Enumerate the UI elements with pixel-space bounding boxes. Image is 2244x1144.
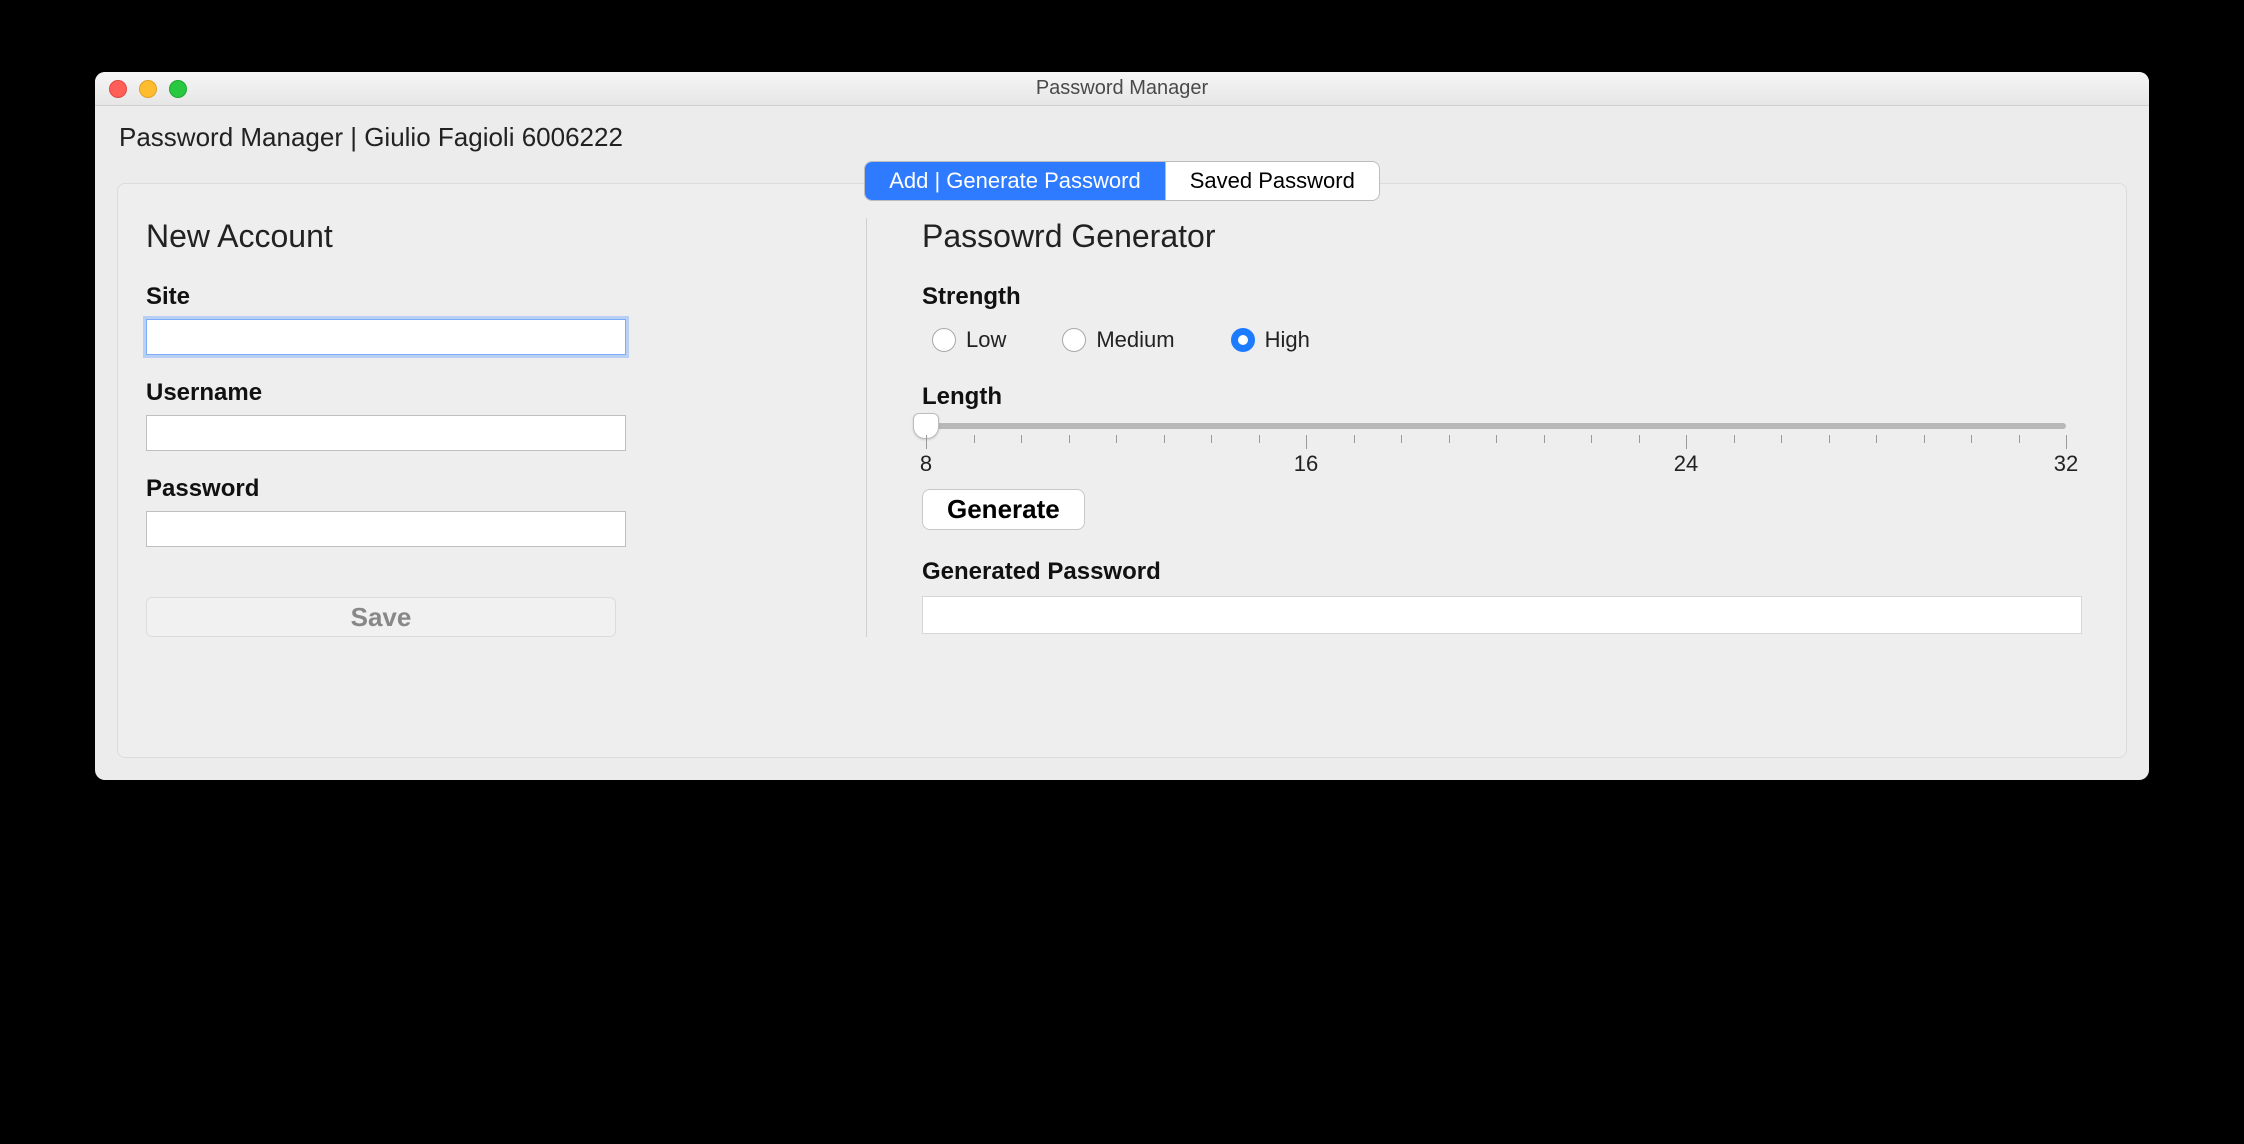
slider-track (926, 423, 2066, 429)
username-label: Username (146, 379, 826, 407)
window-title: Password Manager (95, 77, 2149, 100)
site-input[interactable] (146, 319, 626, 355)
new-account-heading: New Account (146, 218, 826, 255)
slider-tick (1924, 435, 1925, 443)
strength-radio-medium[interactable]: Medium (1062, 327, 1174, 353)
slider-tick (1211, 435, 1212, 443)
radio-label: Low (966, 327, 1006, 353)
slider-tick (1876, 435, 1877, 443)
password-generator-section: Passowrd Generator Strength Low Medium H… (866, 218, 2098, 637)
tab-add-generate[interactable]: Add | Generate Password (865, 162, 1165, 200)
generate-button[interactable]: Generate (922, 489, 1085, 530)
slider-tick-label: 32 (2054, 451, 2078, 477)
radio-icon (1062, 328, 1086, 352)
titlebar: Password Manager (95, 72, 2149, 106)
generated-password-output[interactable] (922, 596, 2082, 634)
strength-radio-group: Low Medium High (932, 327, 2098, 353)
slider-tick-label: 24 (1674, 451, 1698, 477)
slider-tick (1069, 435, 1070, 443)
slider-tick-label: 8 (920, 451, 932, 477)
radio-label: Medium (1096, 327, 1174, 353)
slider-tick (1164, 435, 1165, 443)
slider-tick (1734, 435, 1735, 443)
radio-label: High (1265, 327, 1310, 353)
app-window: Password Manager Password Manager | Giul… (95, 72, 2149, 780)
slider-tick (1449, 435, 1450, 443)
length-label: Length (922, 383, 2098, 411)
radio-icon (1231, 328, 1255, 352)
site-label: Site (146, 283, 826, 311)
tab-saved-password[interactable]: Saved Password (1165, 162, 1379, 200)
slider-tick-label: 16 (1294, 451, 1318, 477)
slider-tick (1116, 435, 1117, 443)
slider-tick (2019, 435, 2020, 443)
strength-radio-high[interactable]: High (1231, 327, 1310, 353)
username-input[interactable] (146, 415, 626, 451)
slider-tick (2066, 435, 2067, 449)
length-slider[interactable]: 8162432 (926, 423, 2066, 457)
slider-ticks: 8162432 (926, 435, 2066, 457)
slider-tick (1781, 435, 1782, 443)
radio-icon (932, 328, 956, 352)
slider-tick (1591, 435, 1592, 443)
slider-tick (1544, 435, 1545, 443)
new-account-section: New Account Site Username Password Save (146, 218, 866, 637)
save-button[interactable]: Save (146, 597, 616, 637)
generated-password-label: Generated Password (922, 558, 2098, 586)
password-input[interactable] (146, 511, 626, 547)
segmented-control: Add | Generate Password Saved Password (864, 161, 1380, 201)
app-subtitle: Password Manager | Giulio Fagioli 600622… (95, 106, 2149, 163)
slider-tick (1686, 435, 1687, 449)
slider-tick (1021, 435, 1022, 443)
slider-tick (1496, 435, 1497, 443)
slider-tick (926, 435, 927, 449)
generator-heading: Passowrd Generator (922, 218, 2098, 255)
strength-radio-low[interactable]: Low (932, 327, 1006, 353)
tab-bar: Add | Generate Password Saved Password (95, 161, 2149, 183)
slider-tick (1829, 435, 1830, 443)
slider-tick (1306, 435, 1307, 449)
strength-label: Strength (922, 283, 2098, 311)
slider-tick (1971, 435, 1972, 443)
slider-tick (1401, 435, 1402, 443)
slider-tick (1639, 435, 1640, 443)
main-panel: New Account Site Username Password Save … (117, 183, 2127, 758)
slider-tick (974, 435, 975, 443)
slider-tick (1259, 435, 1260, 443)
password-label: Password (146, 475, 826, 503)
slider-tick (1354, 435, 1355, 443)
